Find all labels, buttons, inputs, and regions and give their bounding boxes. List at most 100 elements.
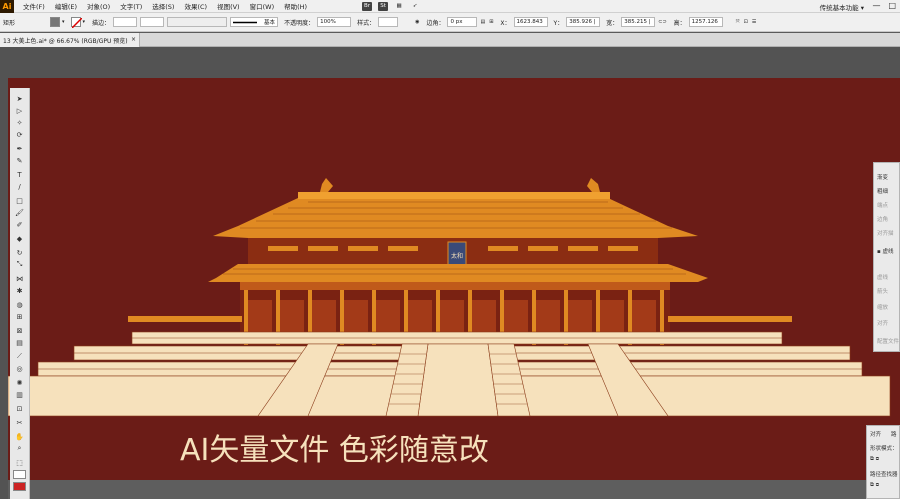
status-area — [8, 480, 900, 499]
grid-icon[interactable]: ▦ — [394, 2, 404, 11]
fill-swatch[interactable] — [50, 17, 61, 27]
minimize-button[interactable]: — — [872, 1, 880, 10]
pathfinder-label: 路径查找器 — [870, 472, 898, 478]
mesh-tool-icon[interactable]: ⊠ — [13, 326, 26, 335]
paintbrush-tool-icon[interactable]: 🖌 — [13, 208, 26, 217]
menu-select[interactable]: 选择(S) — [147, 1, 179, 11]
close-icon[interactable]: × — [131, 36, 136, 43]
width-input[interactable]: 385.215 | — [621, 17, 656, 27]
opacity-input[interactable]: 100% — [317, 17, 352, 27]
artboard: 太和 — [7, 78, 900, 480]
artboard-tool-icon[interactable]: ⊡ — [13, 404, 26, 413]
transform-icon[interactable]: ⊞ — [489, 19, 493, 25]
panel-row-weight: 粗细 — [877, 189, 889, 195]
stroke-gradient-panel: 渐变 粗细 端点 边角 对齐描 ▪ 虚线 虚线 箭头 缩放 对齐 配置文件 — [873, 162, 900, 352]
column-graph-tool-icon[interactable]: ▥ — [13, 390, 26, 399]
zoom-tool-icon[interactable]: ⌕ — [13, 444, 26, 453]
corner-input[interactable]: 0 px — [447, 17, 478, 27]
stroke-color-icon[interactable] — [13, 482, 26, 491]
pathfinder-icons[interactable]: ⧉ ⧈ — [870, 482, 879, 489]
stock-icon[interactable]: St — [378, 1, 389, 11]
shape-modes-label: 形状模式： — [870, 446, 898, 452]
panel-row-align: 对齐 — [877, 321, 889, 327]
gradient-tool-icon[interactable]: ▤ — [13, 338, 26, 347]
y-input[interactable]: 385.926 | — [566, 17, 601, 27]
upper-ridge — [298, 192, 610, 199]
maximize-button[interactable]: □ — [888, 1, 896, 10]
graphic-style-select[interactable] — [378, 17, 399, 27]
workspace-switcher[interactable]: 传统基本功能 ▾ — [820, 2, 864, 12]
rotate-tool-icon[interactable]: ↻ — [13, 248, 26, 257]
menu-edit[interactable]: 编辑(E) — [50, 1, 82, 11]
panel-row-cap: 端点 — [877, 203, 889, 209]
selection-tool-icon[interactable]: ➤ — [13, 94, 26, 103]
variable-width-select[interactable] — [140, 17, 165, 27]
eraser-tool-icon[interactable]: ◆ — [13, 234, 26, 243]
menu-type[interactable]: 文字(T) — [115, 1, 147, 11]
type-tool-icon[interactable]: T — [13, 170, 26, 179]
transform-each-icon[interactable]: ⤧ — [736, 19, 740, 25]
curvature-tool-icon[interactable]: ✎ — [13, 156, 26, 165]
x-label: X： — [500, 19, 511, 27]
panel-row-scale: 缩放 — [877, 305, 889, 311]
menu-file[interactable]: 文件(F) — [18, 1, 50, 11]
panel-row-dashed[interactable]: ▪ 虚线 — [877, 247, 893, 255]
stroke-weight-input[interactable] — [113, 17, 138, 27]
menu-help[interactable]: 帮助(H) — [279, 1, 312, 11]
recolor-icon[interactable]: ◉ — [415, 19, 419, 25]
fill-dropdown-icon[interactable]: ▾ — [62, 19, 65, 25]
height-input[interactable]: 1257.126 — [688, 17, 723, 27]
line-tool-icon[interactable]: / — [13, 182, 26, 191]
stroke-style-label: 基本 — [264, 20, 276, 26]
eyedropper-tool-icon[interactable]: ⟋ — [13, 352, 26, 361]
fill-color-icon[interactable] — [13, 470, 26, 479]
slice-tool-icon[interactable]: ✂ — [13, 418, 26, 427]
puppet-warp-tool-icon[interactable]: ✱ — [13, 286, 26, 295]
width-tool-icon[interactable]: ⋈ — [13, 274, 26, 283]
stroke-dropdown-icon[interactable]: ▾ — [83, 19, 86, 25]
upper-roof — [213, 198, 698, 238]
scale-tool-icon[interactable]: ⤡ — [13, 260, 26, 269]
blend-tool-icon[interactable]: ◎ — [13, 364, 26, 373]
brush-select[interactable] — [167, 17, 228, 27]
menu-effect[interactable]: 效果(C) — [179, 1, 212, 11]
object-type-label: 矩形 — [3, 19, 16, 27]
shape-builder-tool-icon[interactable]: ◍ — [13, 300, 26, 309]
lasso-tool-icon[interactable]: ⟳ — [13, 130, 26, 139]
align-icon[interactable]: ▤ — [480, 19, 485, 25]
panel-row-profile: 配置文件 — [877, 339, 900, 345]
pen-tool-icon[interactable]: ✒ — [13, 144, 26, 153]
gpu-rocket-icon[interactable]: ➶ — [410, 2, 420, 11]
default-colors-icon[interactable]: ⬚ — [13, 458, 26, 467]
menu-more-icon[interactable]: ☰ — [752, 19, 756, 25]
hand-tool-icon[interactable]: ✋ — [13, 432, 26, 441]
document-tab[interactable]: 13 大美上色.ai* @ 66.67% (RGB/GPU 预览) × — [0, 33, 140, 47]
symbol-sprayer-tool-icon[interactable]: ✺ — [13, 378, 26, 387]
panel-tab-pathfinder[interactable]: 路 — [891, 430, 897, 438]
x-input[interactable]: 1623.843 — [513, 17, 548, 27]
shaper-tool-icon[interactable]: ✐ — [13, 220, 26, 229]
bridge-icon[interactable]: Br — [362, 1, 373, 11]
stroke-swatch[interactable] — [70, 17, 82, 28]
tools-panel: ➤ ▷ ✧ ⟳ ✒ ✎ T / □ 🖌 ✐ ◆ ↻ ⤡ ⋈ ✱ ◍ ⊞ ⊠ ▤ … — [10, 88, 30, 499]
panel-row-align-stroke: 对齐描 — [877, 231, 894, 237]
rectangle-tool-icon[interactable]: □ — [13, 196, 26, 205]
perspective-grid-tool-icon[interactable]: ⊞ — [13, 312, 26, 321]
panel-tab-gradient[interactable]: 渐变 — [877, 173, 888, 181]
menu-window[interactable]: 窗口(W) — [245, 1, 280, 11]
panel-tab-align[interactable]: 对齐 — [870, 430, 881, 438]
control-bar: 矩形 ▾ ▾ 描边： 基本 不透明度： 100% 样式： ◉ 边角： 0 px … — [0, 13, 900, 32]
magic-wand-tool-icon[interactable]: ✧ — [13, 118, 26, 127]
stroke-style-select[interactable]: 基本 — [230, 17, 279, 27]
shape-mode-icons[interactable]: ⧉ ⧈ — [870, 456, 879, 463]
direct-selection-tool-icon[interactable]: ▷ — [13, 106, 26, 115]
menu-view[interactable]: 视图(V) — [212, 1, 245, 11]
style-label: 样式： — [357, 19, 376, 27]
central-ramp — [417, 343, 499, 417]
isolate-icon[interactable]: ⊡ — [744, 19, 748, 25]
document-tab-label: 13 大美上色.ai* @ 66.67% (RGB/GPU 预览) — [3, 37, 128, 45]
menu-object[interactable]: 对象(O) — [82, 1, 115, 11]
right-ridge-beast — [587, 178, 600, 192]
right-wing-roof — [668, 316, 792, 322]
link-icon[interactable]: ⊂⊃ — [658, 19, 666, 25]
